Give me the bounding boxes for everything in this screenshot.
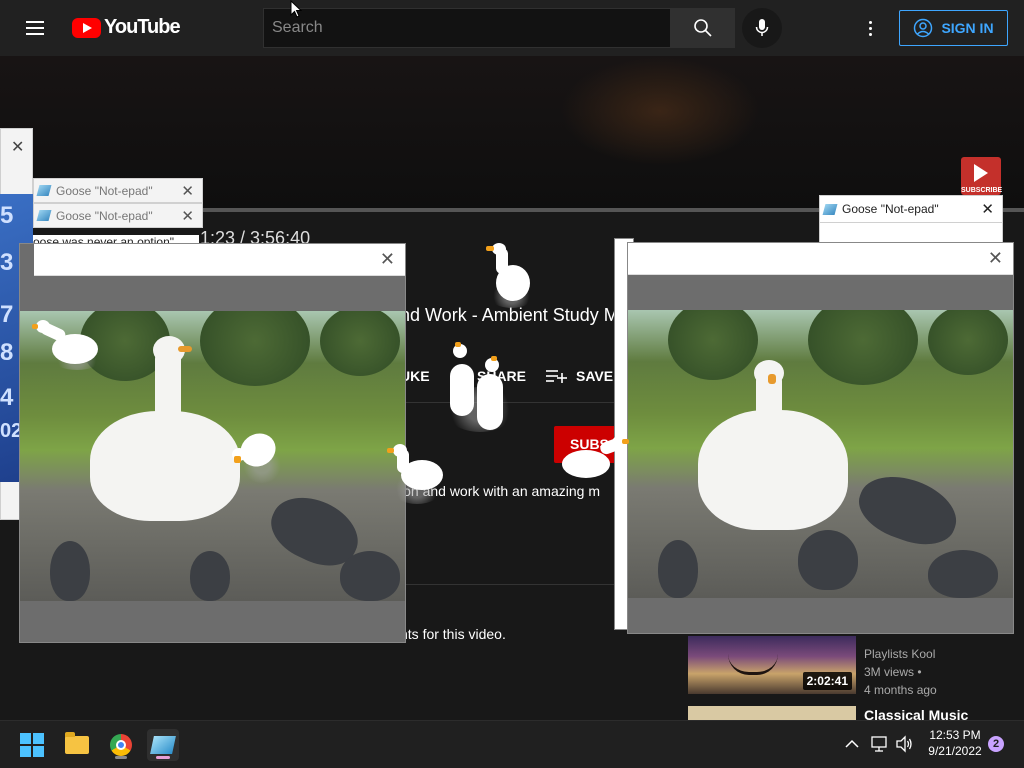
microphone-icon [755, 19, 769, 36]
save-button[interactable]: SAVE [546, 368, 613, 384]
notepad-icon [36, 210, 52, 221]
sign-in-label: SIGN IN [941, 20, 994, 36]
subscribe-watermark-text: SUBSCRIBE [961, 187, 1003, 194]
search-button[interactable] [671, 8, 735, 48]
youtube-header: YouTube SIGN IN [0, 0, 1024, 56]
recommended-view-count: 3M views • [864, 665, 922, 679]
volume-icon[interactable] [895, 735, 913, 753]
youtube-logo[interactable]: YouTube [72, 16, 181, 39]
calendar-number: 7 [0, 301, 14, 328]
chevron-up-icon[interactable] [845, 739, 859, 749]
taskbar-clock[interactable]: 12:53 PM 9/21/2022 [920, 727, 990, 759]
search-icon [694, 19, 712, 37]
subscribe-watermark[interactable]: SUBSCRIBE [961, 157, 1003, 195]
search-bar [263, 8, 735, 48]
folder-icon [65, 732, 89, 754]
recommended-video-thumbnail[interactable] [688, 706, 856, 720]
window-title-bar[interactable]: ✕ [34, 244, 405, 276]
youtube-play-icon [72, 17, 101, 38]
windows-taskbar [0, 720, 1024, 768]
notepad-icon [822, 203, 838, 215]
hamburger-menu-icon[interactable] [22, 17, 50, 39]
recommended-video-thumbnail[interactable]: 2:02:41 [688, 636, 856, 694]
divider [400, 584, 616, 585]
recommended-upload-age: 4 months ago [864, 683, 937, 697]
file-explorer-button[interactable] [61, 729, 93, 761]
windows-start-icon [20, 733, 44, 757]
save-label: SAVE [576, 368, 614, 384]
goose-meme-window-right[interactable]: ✕ [627, 242, 1014, 634]
desktop-goose[interactable] [32, 320, 102, 370]
start-button[interactable] [16, 729, 48, 761]
close-icon[interactable]: ✕ [981, 200, 994, 218]
sign-in-button[interactable]: SIGN IN [899, 10, 1008, 46]
desktop-goose[interactable] [387, 444, 447, 504]
close-icon[interactable]: ✕ [181, 182, 194, 200]
clock-time: 12:53 PM [929, 728, 981, 742]
account-icon [914, 18, 933, 38]
voice-search-button[interactable] [742, 8, 782, 48]
notepad-title-bar[interactable]: Goose "Not-epad" ✕ [33, 203, 203, 228]
recommended-channel-name[interactable]: Playlists Kool [864, 647, 935, 661]
window-title-bar[interactable]: ✕ [628, 243, 1013, 275]
notepad-icon [36, 185, 52, 196]
comments-disabled-text: nts for this video. [400, 626, 506, 642]
desktop-goose[interactable] [484, 243, 534, 308]
calendar-number: 3 [0, 249, 14, 276]
video-duration: 2:02:41 [802, 672, 852, 690]
save-playlist-icon [546, 370, 567, 383]
desktop-goose[interactable] [445, 342, 515, 432]
notepad-title: Goose "Not-epad" [842, 202, 939, 216]
network-icon[interactable] [871, 735, 889, 753]
clock-date: 9/21/2022 [928, 744, 982, 758]
notepad-title: Goose "Not-epad" [56, 183, 153, 198]
notepad-icon [150, 736, 176, 754]
search-input[interactable] [263, 8, 671, 48]
desktop-goose[interactable] [232, 427, 282, 483]
close-icon[interactable]: ✕ [181, 207, 194, 225]
more-options-icon[interactable] [858, 16, 882, 40]
video-title: nd Work - Ambient Study M [400, 305, 619, 325]
goose-meme-window-left[interactable]: ✕ [19, 243, 406, 643]
notepad-title-bar[interactable]: Goose "Not-epad" ✕ [819, 195, 1003, 223]
notepad-taskbar-button[interactable] [147, 729, 179, 761]
close-icon[interactable]: ✕ [11, 137, 24, 157]
calendar-number: 8 [0, 339, 14, 366]
chrome-button[interactable] [105, 729, 137, 761]
screen: YouTube SIGN IN SUBSCRIBE 1:23 / 3:56:40… [0, 0, 1024, 768]
goose-photo [628, 310, 1013, 598]
youtube-logo-text: YouTube [104, 16, 181, 38]
notepad-title: Goose "Not-epad" [56, 208, 153, 223]
mouse-cursor-icon [290, 0, 303, 18]
notification-badge[interactable]: 2 [988, 736, 1004, 752]
close-icon[interactable]: ✕ [380, 249, 395, 270]
chrome-icon [110, 734, 132, 756]
video-frame-glow [560, 56, 760, 166]
calendar-number: 4 [0, 384, 14, 411]
close-icon[interactable]: ✕ [988, 248, 1003, 269]
calendar-number: 5 [0, 202, 14, 229]
notepad-title-bar[interactable]: Goose "Not-epad" ✕ [33, 178, 203, 203]
desktop-goose[interactable] [560, 436, 630, 486]
